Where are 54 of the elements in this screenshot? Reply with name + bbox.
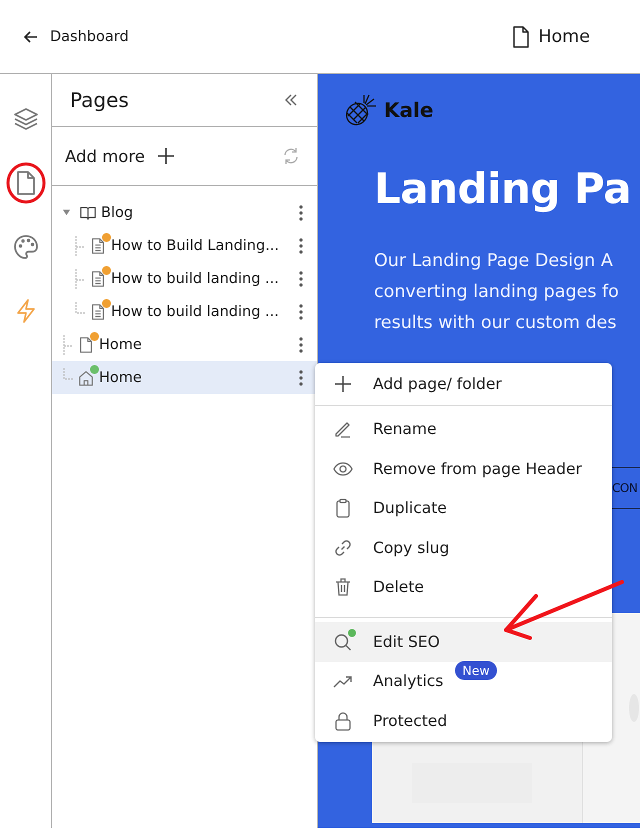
palette-icon[interactable] [12,234,38,260]
panel-title: Pages [70,88,129,112]
plus-icon [333,374,353,394]
menu-item[interactable]: Add page/ folder [315,364,612,404]
more-icon [299,370,303,386]
tree-item[interactable]: How to Build Landing... [52,229,317,262]
tree-connector-icon [62,334,74,354]
lock-icon [333,710,353,731]
trash-icon [333,577,353,598]
menu-item[interactable]: Remove from page Header [315,449,612,488]
paragraph-line: Our Landing Page Design A [374,250,614,273]
tree-connector-icon [74,268,86,288]
page-title: Home [538,26,590,46]
document-icon [89,236,107,254]
tree-connector-icon [74,236,86,256]
hero-heading: Landing Pa [374,163,632,215]
more-icon [299,204,303,220]
tree-item[interactable]: How to build landing ... [52,295,317,328]
document-icon [89,302,107,320]
tree-item[interactable]: How to build landing ... [52,262,317,295]
tree-item[interactable]: Home [52,361,317,394]
menu-item[interactable]: Edit SEO [315,622,612,662]
menu-item[interactable]: Rename [315,410,612,449]
more-icon [299,336,303,352]
tree-item[interactable]: Blog [52,196,317,229]
tree-connector-icon [74,302,86,314]
pineapple-icon [344,93,378,127]
new-badge: New [455,660,497,680]
document-icon [77,336,95,354]
more-icon [299,270,303,286]
home-icon [77,368,95,386]
more-icon [299,304,303,320]
menu-item[interactable]: Delete [315,568,612,607]
collapse-icon[interactable] [283,92,299,108]
back-link[interactable]: Dashboard [22,28,129,46]
tree-item[interactable]: Home [52,328,317,361]
add-more-button[interactable]: Add more [65,146,175,166]
brand-name: Kale [384,98,434,122]
paragraph-line: results with our custom des [374,312,618,335]
document-icon [89,270,107,288]
menu-item[interactable]: Copy slug [315,528,612,568]
document-icon [511,26,532,48]
more-icon [299,238,303,254]
tree-connector-icon [62,368,74,380]
annotation-circle [6,162,46,204]
search-icon [333,632,353,652]
layers-icon[interactable] [12,106,38,132]
plus-icon [156,147,175,165]
link-icon [333,538,353,558]
paragraph-line: converting landing pages fo [374,281,620,304]
refresh-icon[interactable] [282,147,300,165]
menu-item[interactable]: Duplicate [315,488,612,528]
menu-item[interactable]: Protected [315,701,612,740]
menu-item[interactable]: Analytics New [315,662,612,701]
